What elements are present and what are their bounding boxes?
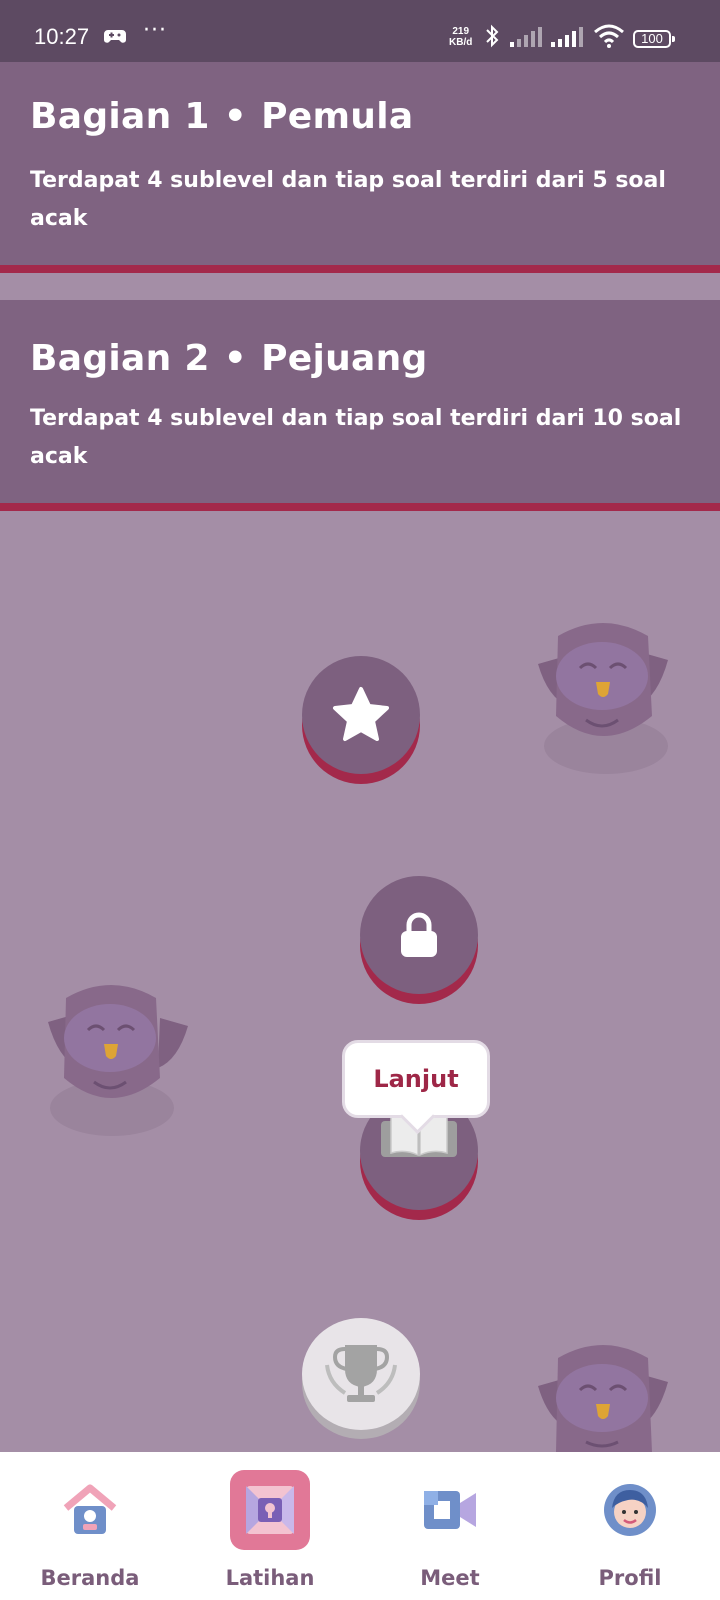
more-notifications-icon: ··· xyxy=(143,18,167,43)
section-number: Bagian 1 xyxy=(30,96,210,137)
nav-label: Latihan xyxy=(225,1566,315,1590)
practice-icon xyxy=(230,1470,310,1550)
nav-item-beranda[interactable]: Beranda xyxy=(0,1452,180,1600)
status-bar: 10:27 ··· 219 KB/d 100 xyxy=(0,0,720,62)
section-name: Pemula xyxy=(261,96,414,137)
lesson-node-locked[interactable] xyxy=(360,876,478,994)
section-name: Pejuang xyxy=(261,338,428,379)
section-number: Bagian 2 xyxy=(30,338,210,379)
section-card-1[interactable]: Bagian 1 • Pemula Terdapat 4 sublevel dan … xyxy=(0,62,720,273)
trophy-icon xyxy=(325,1345,397,1402)
title-separator: • xyxy=(223,338,248,379)
signal-icon xyxy=(551,27,583,47)
nav-item-latihan[interactable]: Latihan xyxy=(180,1452,360,1600)
video-icon xyxy=(410,1470,490,1550)
section-description: Terdapat 4 sublevel dan tiap soal terdir… xyxy=(30,406,682,469)
trophy-node[interactable] xyxy=(302,1318,420,1430)
profile-icon xyxy=(590,1470,670,1550)
section-title: Bagian 2 • Pejuang xyxy=(30,338,428,379)
status-time: 10:27 xyxy=(34,24,90,49)
game-controller-icon xyxy=(104,30,126,43)
lesson-node-star[interactable] xyxy=(302,656,420,774)
nav-label: Meet xyxy=(420,1566,480,1590)
signal-icon xyxy=(510,27,542,47)
owl-mascot-icon xyxy=(538,623,668,774)
section-card-2[interactable]: Bagian 2 • Pejuang Terdapat 4 sublevel dan… xyxy=(0,300,720,511)
network-speed-value: 219 xyxy=(452,26,470,37)
section-title: Bagian 1 • Pemula xyxy=(30,96,413,137)
nav-label: Beranda xyxy=(40,1566,140,1590)
wifi-icon xyxy=(594,24,624,48)
bluetooth-icon xyxy=(486,24,499,48)
house-icon xyxy=(50,1470,130,1550)
nav-label: Profil xyxy=(598,1566,662,1590)
section-description: Terdapat 4 sublevel dan tiap soal terdir… xyxy=(30,168,666,231)
nav-item-meet[interactable]: Meet xyxy=(360,1452,540,1600)
owl-mascot-icon xyxy=(538,1345,668,1452)
lock-icon xyxy=(401,912,437,957)
title-separator: • xyxy=(223,96,248,137)
network-speed: 219 KB/d xyxy=(449,26,472,48)
nav-item-profil[interactable]: Profil xyxy=(540,1452,720,1600)
network-speed-unit: KB/d xyxy=(449,37,473,48)
star-icon xyxy=(333,687,389,741)
owl-mascot-icon xyxy=(48,985,188,1136)
battery-icon: 100 xyxy=(633,30,675,48)
bottom-navigation: Beranda Latihan Meet Profil xyxy=(0,1452,720,1600)
continue-tooltip[interactable]: Lanjut xyxy=(342,1040,490,1118)
tooltip-label: Lanjut xyxy=(373,1065,459,1093)
